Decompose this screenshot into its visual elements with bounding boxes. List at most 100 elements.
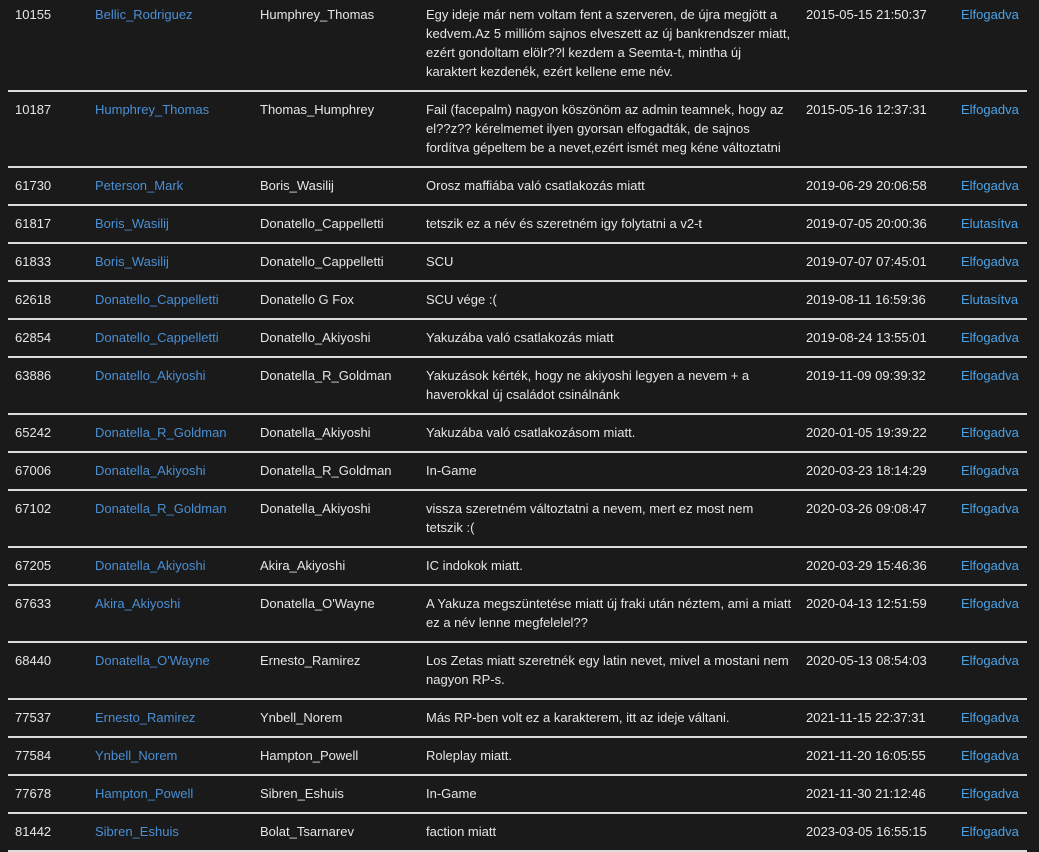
- date: 2020-04-13 12:51:59: [799, 585, 954, 643]
- status-link[interactable]: Elfogadva: [961, 7, 1019, 22]
- reason: Yakuzások kérték, hogy ne akiyoshi legye…: [419, 357, 799, 415]
- old-name-link[interactable]: Donatella_O'Wayne: [95, 653, 210, 668]
- request-id: 62854: [8, 319, 88, 358]
- status-link[interactable]: Elutasítva: [961, 292, 1018, 307]
- date: 2015-05-16 12:37:31: [799, 91, 954, 168]
- new-name: Donatello_Cappelletti: [253, 243, 419, 282]
- status-link[interactable]: Elfogadva: [961, 653, 1019, 668]
- table-row: 77584 Ynbell_Norem Hampton_Powell Rolepl…: [8, 737, 1027, 776]
- request-id: 67006: [8, 452, 88, 491]
- date: 2020-03-26 09:08:47: [799, 490, 954, 548]
- date: 2019-06-29 20:06:58: [799, 167, 954, 206]
- table-row: 61833 Boris_Wasilij Donatello_Cappellett…: [8, 243, 1027, 282]
- date: 2020-03-23 18:14:29: [799, 452, 954, 491]
- table-row: 67006 Donatella_Akiyoshi Donatella_R_Gol…: [8, 452, 1027, 491]
- request-id: 63886: [8, 357, 88, 415]
- new-name: Donatello G Fox: [253, 281, 419, 320]
- new-name: Akira_Akiyoshi: [253, 547, 419, 586]
- old-name-link[interactable]: Donatello_Cappelletti: [95, 292, 219, 307]
- date: 2021-11-20 16:05:55: [799, 737, 954, 776]
- status-link[interactable]: Elfogadva: [961, 463, 1019, 478]
- old-name-link[interactable]: Peterson_Mark: [95, 178, 183, 193]
- reason: SCU: [419, 243, 799, 282]
- old-name-link[interactable]: Humphrey_Thomas: [95, 102, 209, 117]
- status-link[interactable]: Elfogadva: [961, 178, 1019, 193]
- request-id: 61730: [8, 167, 88, 206]
- status-link[interactable]: Elfogadva: [961, 501, 1019, 516]
- table-row: 65242 Donatella_R_Goldman Donatella_Akiy…: [8, 414, 1027, 453]
- new-name: Donatello_Cappelletti: [253, 205, 419, 244]
- date: 2021-11-15 22:37:31: [799, 699, 954, 738]
- reason: faction miatt: [419, 813, 799, 852]
- name-change-table: 10155 Bellic_Rodriguez Humphrey_Thomas E…: [8, 0, 1027, 852]
- old-name-link[interactable]: Hampton_Powell: [95, 786, 193, 801]
- name-change-history: 10155 Bellic_Rodriguez Humphrey_Thomas E…: [8, 0, 1027, 852]
- table-row: 77537 Ernesto_Ramirez Ynbell_Norem Más R…: [8, 699, 1027, 738]
- status-link[interactable]: Elfogadva: [961, 596, 1019, 611]
- request-id: 10187: [8, 91, 88, 168]
- new-name: Donatella_Akiyoshi: [253, 490, 419, 548]
- date: 2020-03-29 15:46:36: [799, 547, 954, 586]
- status-link[interactable]: Elfogadva: [961, 330, 1019, 345]
- reason: Fail (facepalm) nagyon köszönöm az admin…: [419, 91, 799, 168]
- request-id: 67633: [8, 585, 88, 643]
- status-link[interactable]: Elfogadva: [961, 254, 1019, 269]
- table-row: 77678 Hampton_Powell Sibren_Eshuis In-Ga…: [8, 775, 1027, 814]
- old-name-link[interactable]: Donatella_R_Goldman: [95, 501, 227, 516]
- request-id: 67205: [8, 547, 88, 586]
- request-id: 67102: [8, 490, 88, 548]
- new-name: Thomas_Humphrey: [253, 91, 419, 168]
- status-link[interactable]: Elutasítva: [961, 216, 1018, 231]
- reason: SCU vége :(: [419, 281, 799, 320]
- table-row: 68440 Donatella_O'Wayne Ernesto_Ramirez …: [8, 642, 1027, 700]
- table-row: 67633 Akira_Akiyoshi Donatella_O'Wayne A…: [8, 585, 1027, 643]
- date: 2019-11-09 09:39:32: [799, 357, 954, 415]
- date: 2019-07-07 07:45:01: [799, 243, 954, 282]
- old-name-link[interactable]: Ernesto_Ramirez: [95, 710, 195, 725]
- table-row: 62854 Donatello_Cappelletti Donatello_Ak…: [8, 319, 1027, 358]
- status-link[interactable]: Elfogadva: [961, 368, 1019, 383]
- status-link[interactable]: Elfogadva: [961, 425, 1019, 440]
- new-name: Ynbell_Norem: [253, 699, 419, 738]
- old-name-link[interactable]: Donatella_Akiyoshi: [95, 463, 206, 478]
- status-link[interactable]: Elfogadva: [961, 102, 1019, 117]
- old-name-link[interactable]: Donatella_R_Goldman: [95, 425, 227, 440]
- new-name: Humphrey_Thomas: [253, 0, 419, 92]
- status-link[interactable]: Elfogadva: [961, 824, 1019, 839]
- new-name: Boris_Wasilij: [253, 167, 419, 206]
- old-name-link[interactable]: Donatella_Akiyoshi: [95, 558, 206, 573]
- request-id: 65242: [8, 414, 88, 453]
- request-id: 62618: [8, 281, 88, 320]
- date: 2020-01-05 19:39:22: [799, 414, 954, 453]
- old-name-link[interactable]: Boris_Wasilij: [95, 216, 169, 231]
- date: 2015-05-15 21:50:37: [799, 0, 954, 92]
- old-name-link[interactable]: Bellic_Rodriguez: [95, 7, 193, 22]
- new-name: Donatella_O'Wayne: [253, 585, 419, 643]
- reason: In-Game: [419, 775, 799, 814]
- new-name: Sibren_Eshuis: [253, 775, 419, 814]
- date: 2019-08-11 16:59:36: [799, 281, 954, 320]
- table-row: 61817 Boris_Wasilij Donatello_Cappellett…: [8, 205, 1027, 244]
- status-link[interactable]: Elfogadva: [961, 748, 1019, 763]
- new-name: Donatella_R_Goldman: [253, 357, 419, 415]
- date: 2019-07-05 20:00:36: [799, 205, 954, 244]
- reason: Yakuzába való csatlakozás miatt: [419, 319, 799, 358]
- status-link[interactable]: Elfogadva: [961, 710, 1019, 725]
- reason: vissza szeretném változtatni a nevem, me…: [419, 490, 799, 548]
- reason: Los Zetas miatt szeretnék egy latin neve…: [419, 642, 799, 700]
- old-name-link[interactable]: Boris_Wasilij: [95, 254, 169, 269]
- old-name-link[interactable]: Akira_Akiyoshi: [95, 596, 180, 611]
- reason: Más RP-ben volt ez a karakterem, itt az …: [419, 699, 799, 738]
- reason: tetszik ez a név és szeretném igy folyta…: [419, 205, 799, 244]
- request-id: 68440: [8, 642, 88, 700]
- old-name-link[interactable]: Donatello_Akiyoshi: [95, 368, 206, 383]
- status-link[interactable]: Elfogadva: [961, 786, 1019, 801]
- new-name: Hampton_Powell: [253, 737, 419, 776]
- old-name-link[interactable]: Donatello_Cappelletti: [95, 330, 219, 345]
- old-name-link[interactable]: Sibren_Eshuis: [95, 824, 179, 839]
- date: 2021-11-30 21:12:46: [799, 775, 954, 814]
- reason: Roleplay miatt.: [419, 737, 799, 776]
- status-link[interactable]: Elfogadva: [961, 558, 1019, 573]
- old-name-link[interactable]: Ynbell_Norem: [95, 748, 177, 763]
- table-body: 10155 Bellic_Rodriguez Humphrey_Thomas E…: [8, 0, 1027, 852]
